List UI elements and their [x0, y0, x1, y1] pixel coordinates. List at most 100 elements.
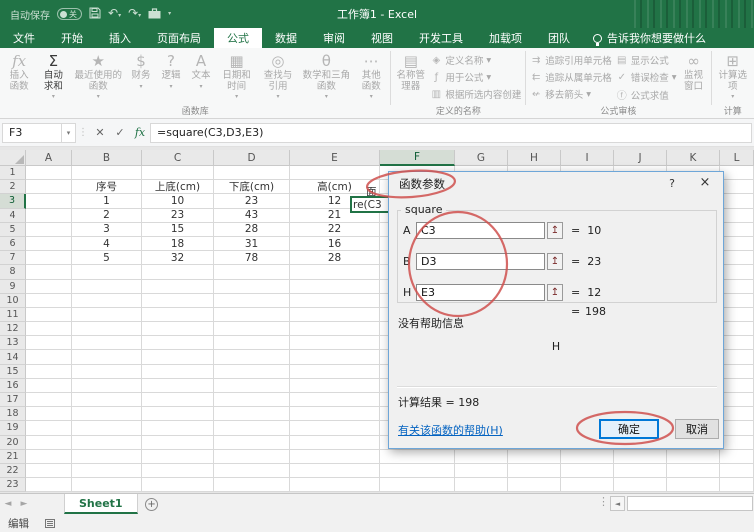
row-header-7[interactable]: 7 — [0, 251, 26, 266]
cell-A2[interactable] — [26, 180, 72, 195]
watch-window-button[interactable]: ∞ 监视窗口 — [679, 50, 709, 106]
cell-A23[interactable] — [26, 478, 72, 493]
tab-公式[interactable]: 公式 — [214, 28, 262, 48]
column-header-J[interactable]: J — [614, 150, 667, 166]
cell-B22[interactable] — [72, 463, 142, 479]
cell-B11[interactable] — [72, 307, 142, 323]
autosave-toggle[interactable]: 关 — [57, 8, 82, 20]
tab-团队[interactable]: 团队 — [535, 28, 583, 48]
cell-A21[interactable] — [26, 449, 72, 464]
cell-L11[interactable] — [720, 307, 754, 323]
cell-F23[interactable] — [380, 478, 455, 493]
cell-D22[interactable] — [214, 463, 290, 479]
cell-B6[interactable]: 4 — [72, 236, 142, 252]
show-formulas-button[interactable]: ▤ 显示公式 — [616, 53, 677, 68]
cell-B14[interactable] — [72, 350, 142, 365]
cell-F22[interactable] — [380, 463, 455, 479]
cell-A7[interactable] — [26, 251, 72, 266]
cell-D10[interactable] — [214, 293, 290, 308]
cell-E6[interactable]: 16 — [290, 236, 380, 252]
cell-E5[interactable]: 22 — [290, 222, 380, 237]
use-in-formula-button[interactable]: ƒ 用于公式 ▾ — [430, 70, 521, 85]
cell-L4[interactable] — [720, 208, 754, 223]
cell-D8[interactable] — [214, 265, 290, 280]
function-help-link[interactable]: 有关该函数的帮助(H) — [398, 422, 503, 438]
column-header-D[interactable]: D — [214, 150, 290, 166]
tab-加载项[interactable]: 加载项 — [476, 28, 535, 48]
column-header-G[interactable]: G — [455, 150, 508, 166]
row-header-12[interactable]: 12 — [0, 322, 26, 337]
tab-插入[interactable]: 插入 — [96, 28, 144, 48]
cell-L16[interactable] — [720, 378, 754, 393]
cell-E9[interactable] — [290, 279, 380, 294]
cell-E20[interactable] — [290, 435, 380, 450]
tab-file[interactable]: 文件 — [0, 28, 48, 48]
cell-C16[interactable] — [142, 378, 214, 393]
cell-L7[interactable] — [720, 251, 754, 266]
collapse-dialog-icon[interactable]: ↥ — [547, 253, 563, 270]
cell-A1[interactable] — [26, 166, 72, 181]
cell-L19[interactable] — [720, 421, 754, 436]
cell-C19[interactable] — [142, 421, 214, 436]
cell-A4[interactable] — [26, 208, 72, 223]
insert-function-button[interactable]: fx 插入函数 — [2, 50, 36, 106]
cell-H21[interactable] — [508, 449, 561, 464]
text-button[interactable]: A 文本 ▾ — [186, 50, 216, 106]
math-trig-button[interactable]: θ 数学和三角函数 ▾ — [299, 50, 354, 106]
row-header-18[interactable]: 18 — [0, 407, 26, 422]
collapse-dialog-icon[interactable]: ↥ — [547, 222, 563, 239]
column-header-I[interactable]: I — [561, 150, 614, 166]
column-header-F[interactable]: F — [380, 150, 455, 166]
cell-B2[interactable]: 序号 — [72, 180, 142, 195]
undo-icon[interactable]: ↶▾ — [108, 7, 121, 22]
cell-L8[interactable] — [720, 265, 754, 280]
row-header-9[interactable]: 9 — [0, 279, 26, 294]
insert-function-icon[interactable]: fx — [130, 123, 150, 143]
ok-button[interactable]: 确定 — [599, 419, 659, 439]
qat-customize-icon[interactable]: ▾ — [168, 8, 171, 20]
cell-C6[interactable]: 18 — [142, 236, 214, 252]
formula-bar-splitter[interactable]: ⋮ — [78, 127, 88, 138]
cell-D16[interactable] — [214, 378, 290, 393]
column-header-C[interactable]: C — [142, 150, 214, 166]
cell-A10[interactable] — [26, 293, 72, 308]
cell-G23[interactable] — [455, 478, 508, 493]
cell-E13[interactable] — [290, 336, 380, 351]
cell-L17[interactable] — [720, 393, 754, 408]
cell-B9[interactable] — [72, 279, 142, 294]
cell-B13[interactable] — [72, 336, 142, 351]
cell-D7[interactable]: 78 — [214, 251, 290, 266]
cell-E8[interactable] — [290, 265, 380, 280]
dialog-help-icon[interactable]: ? — [665, 177, 679, 190]
column-header-H[interactable]: H — [508, 150, 561, 166]
cell-E19[interactable] — [290, 421, 380, 436]
cell-C20[interactable] — [142, 435, 214, 450]
row-header-13[interactable]: 13 — [0, 336, 26, 351]
cell-B21[interactable] — [72, 449, 142, 464]
cell-C17[interactable] — [142, 393, 214, 408]
row-header-19[interactable]: 19 — [0, 421, 26, 436]
cell-f3-edit-box[interactable]: re(C3 — [350, 196, 391, 213]
cell-A12[interactable] — [26, 322, 72, 337]
name-box-dropdown-icon[interactable]: ▾ — [62, 122, 76, 143]
trace-precedents-button[interactable]: ⇉ 追踪引用单元格 — [530, 53, 612, 68]
cell-D15[interactable] — [214, 364, 290, 379]
cell-G22[interactable] — [455, 463, 508, 479]
close-icon[interactable]: × — [697, 175, 713, 190]
cell-B4[interactable]: 2 — [72, 208, 142, 223]
cell-L3[interactable] — [720, 194, 754, 209]
cell-B20[interactable] — [72, 435, 142, 450]
cell-C10[interactable] — [142, 293, 214, 308]
select-all-corner[interactable] — [0, 150, 26, 166]
cell-D19[interactable] — [214, 421, 290, 436]
cell-C7[interactable]: 32 — [142, 251, 214, 266]
row-header-22[interactable]: 22 — [0, 463, 26, 479]
cell-D23[interactable] — [214, 478, 290, 493]
cell-C13[interactable] — [142, 336, 214, 351]
row-header-10[interactable]: 10 — [0, 293, 26, 308]
row-header-16[interactable]: 16 — [0, 378, 26, 393]
tab-视图[interactable]: 视图 — [358, 28, 406, 48]
cell-C3[interactable]: 10 — [142, 194, 214, 209]
save-icon[interactable] — [89, 7, 101, 21]
define-name-button[interactable]: ◈ 定义名称 ▾ — [430, 53, 521, 68]
